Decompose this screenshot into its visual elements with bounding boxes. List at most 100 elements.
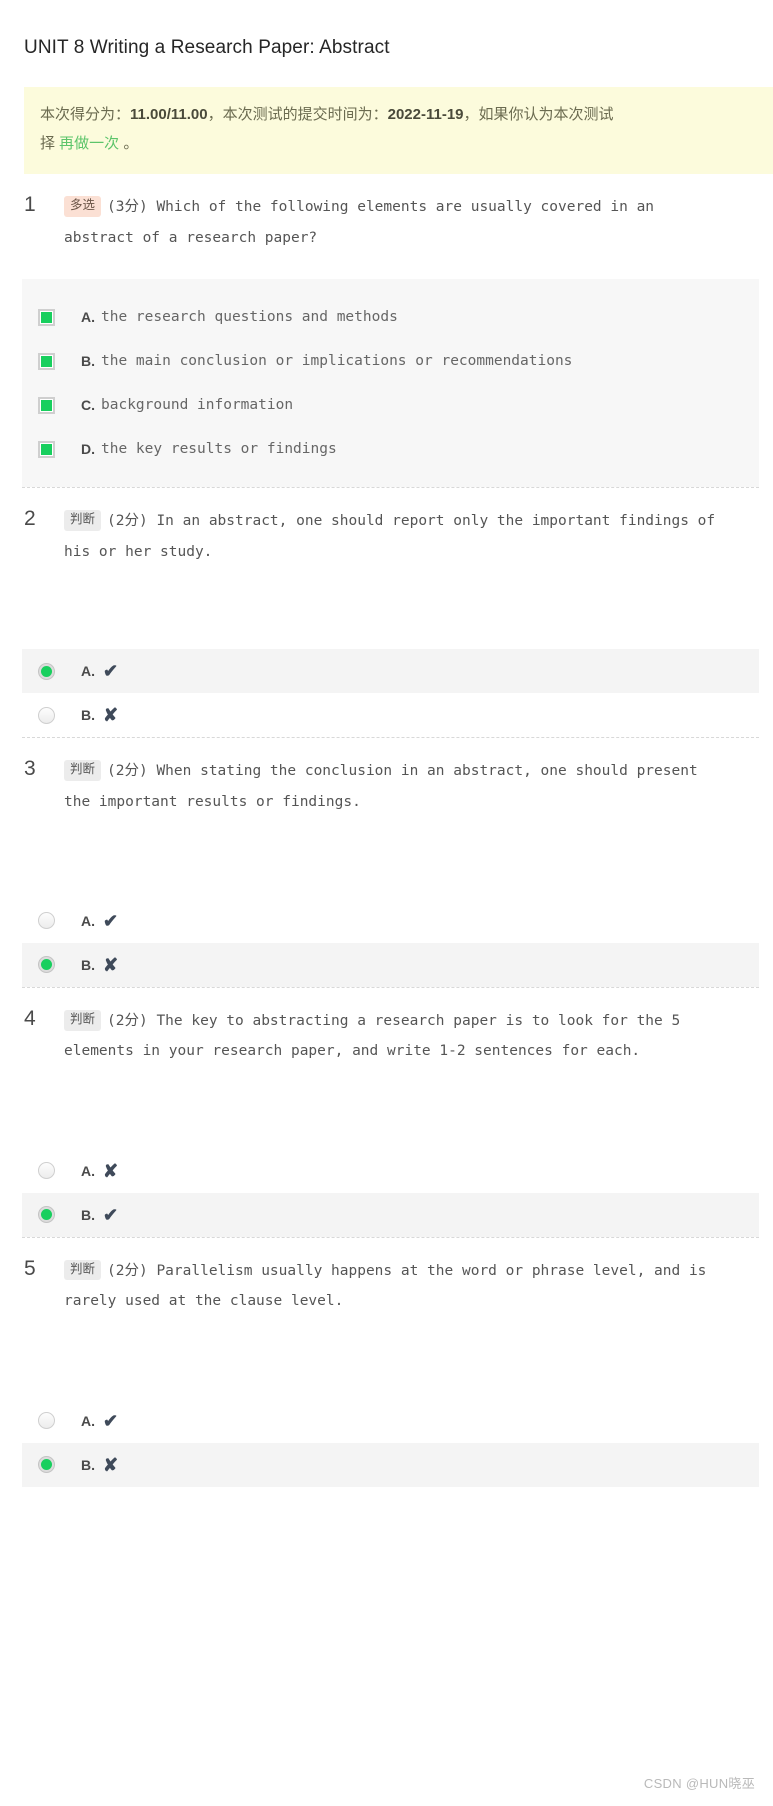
radio-icon[interactable]	[38, 1412, 55, 1430]
question-text-line2: his or her study.	[64, 543, 213, 560]
question-number: 1	[24, 193, 36, 217]
option-letter: A.	[81, 663, 95, 680]
question-text-line2: the important results or findings.	[64, 793, 361, 810]
notice-second-line: 择 再做一次 。	[40, 130, 773, 159]
option-letter: A.	[81, 1162, 95, 1179]
radio-icon[interactable]	[38, 662, 55, 680]
question-line-1: 判断 (2分) The key to abstracting a research…	[64, 1006, 763, 1036]
question-type-badge: 判断	[64, 760, 102, 781]
question-header: 5 判断 (2分) Parallelism usually happens at t…	[0, 1238, 773, 1317]
question-number: 3	[24, 757, 36, 781]
option-row[interactable]: B. ✘	[22, 693, 759, 738]
check-icon: ✔	[103, 661, 119, 682]
quiz-results-page: UNIT 8 Writing a Research Paper: Abstrac…	[0, 13, 773, 1791]
option-row[interactable]: B. ✘	[22, 1442, 759, 1487]
question-header: 2 判断 (2分) In an abstract, one should repor…	[0, 488, 773, 567]
checkbox-icon[interactable]	[38, 440, 55, 458]
checkbox-icon[interactable]	[38, 308, 55, 326]
radio-icon[interactable]	[38, 956, 55, 974]
option-row[interactable]: A. ✔	[22, 898, 759, 943]
question-text-line2: abstract of a research paper?	[64, 229, 318, 246]
check-icon: ✔	[103, 1204, 119, 1225]
question-score: (3分)	[107, 199, 157, 216]
radio-icon[interactable]	[38, 1162, 55, 1180]
notice-prefix: 本次得分为：	[40, 106, 131, 124]
question-text-line2: elements in your research paper, and wri…	[64, 1043, 641, 1060]
options-panel: A. ✔ B. ✘	[22, 898, 759, 987]
question-number: 4	[24, 1006, 36, 1030]
notice-suffix: ，如果你认为本次测试	[463, 106, 614, 124]
question-text-line2: rarely used at the clause level.	[64, 1293, 344, 1310]
question-text: 判断 (2分) When stating the conclusion in an…	[64, 756, 773, 817]
question-score: (2分)	[107, 1262, 157, 1279]
radio-dot	[41, 959, 52, 971]
notice-score: 11.00/11.00	[130, 106, 208, 124]
question-type-badge: 判断	[64, 1259, 102, 1281]
question-text-line1: Parallelism usually happens at the word …	[156, 1262, 707, 1279]
question-score: (2分)	[107, 1012, 157, 1029]
question-line-1: 判断 (2分) In an abstract, one should report…	[64, 506, 763, 536]
option-text: the key results or findings	[101, 441, 337, 458]
option-text: the main conclusion or implications or r…	[101, 353, 573, 370]
check-icon: ✔	[103, 910, 119, 931]
score-notice-banner: 本次得分为：11.00/11.00，本次测试的提交时间为：2022-11-19，…	[24, 87, 773, 175]
cross-icon: ✘	[103, 954, 119, 975]
checkbox-fill	[41, 311, 52, 323]
checkbox-fill	[41, 399, 52, 411]
radio-icon[interactable]	[38, 706, 55, 724]
radio-dot	[41, 710, 52, 721]
notice-date: 2022-11-19	[387, 106, 464, 124]
question-type-badge: 判断	[64, 510, 102, 531]
option-letter: B.	[81, 956, 95, 973]
questions-list: 1 多选 (3分) Which of the following elements …	[0, 174, 773, 1487]
options-panel: A. ✔ B. ✘	[22, 1398, 759, 1487]
question-header: 1 多选 (3分) Which of the following elements …	[0, 174, 773, 253]
option-letter: A.	[81, 1412, 95, 1429]
cross-icon: ✘	[103, 1160, 119, 1181]
option-row[interactable]: A. ✔	[22, 649, 759, 694]
option-text: background information	[101, 397, 294, 414]
radio-dot	[41, 1415, 52, 1426]
radio-icon[interactable]	[38, 1456, 55, 1474]
options-panel: A. ✘ B. ✔	[22, 1148, 759, 1237]
option-row[interactable]: B. ✔	[22, 1192, 759, 1237]
option-letter: A.	[81, 912, 95, 929]
option-row[interactable]: D. the key results or findings	[22, 427, 759, 471]
radio-icon[interactable]	[38, 912, 55, 930]
question-text: 判断 (2分) The key to abstracting a research…	[64, 1006, 773, 1067]
checkbox-icon[interactable]	[38, 352, 55, 370]
page-title: UNIT 8 Writing a Research Paper: Abstrac…	[24, 36, 390, 58]
option-letter: B.	[81, 1206, 95, 1223]
notice-line2-suffix: 。	[119, 134, 139, 152]
radio-dot	[41, 915, 52, 926]
option-row[interactable]: A. ✘	[22, 1148, 759, 1193]
question-block: 2 判断 (2分) In an abstract, one should repor…	[0, 487, 773, 738]
question-text-line1: When stating the conclusion in an abstra…	[156, 763, 698, 780]
option-row[interactable]: B. ✘	[22, 942, 759, 987]
radio-dot	[41, 1209, 52, 1221]
question-text: 判断 (2分) In an abstract, one should report…	[64, 506, 773, 567]
checkbox-icon[interactable]	[38, 396, 55, 414]
question-header: 3 判断 (2分) When stating the conclusion in a…	[0, 738, 773, 817]
option-letter: D.	[81, 441, 95, 458]
option-letter: B.	[81, 1456, 95, 1473]
option-row[interactable]: B. the main conclusion or implications or…	[22, 339, 759, 383]
radio-icon[interactable]	[38, 1206, 55, 1224]
radio-dot	[41, 1459, 52, 1471]
options-panel: A. the research questions and methods B. th…	[22, 279, 759, 488]
notice-line2-prefix: 择	[40, 134, 60, 152]
retry-link[interactable]: 再做一次	[59, 135, 119, 152]
question-number: 2	[24, 507, 36, 531]
option-row[interactable]: C. background information	[22, 383, 759, 427]
options-panel: A. ✔ B. ✘	[22, 649, 759, 738]
question-line-1: 判断 (2分) When stating the conclusion in an…	[64, 756, 763, 786]
option-row[interactable]: A. the research questions and methods	[22, 295, 759, 339]
checkbox-fill	[41, 355, 52, 367]
cross-icon: ✘	[103, 1454, 119, 1475]
option-row[interactable]: A. ✔	[22, 1398, 759, 1443]
question-text-line1: The key to abstracting a research paper …	[156, 1012, 681, 1029]
cross-icon: ✘	[103, 705, 119, 726]
